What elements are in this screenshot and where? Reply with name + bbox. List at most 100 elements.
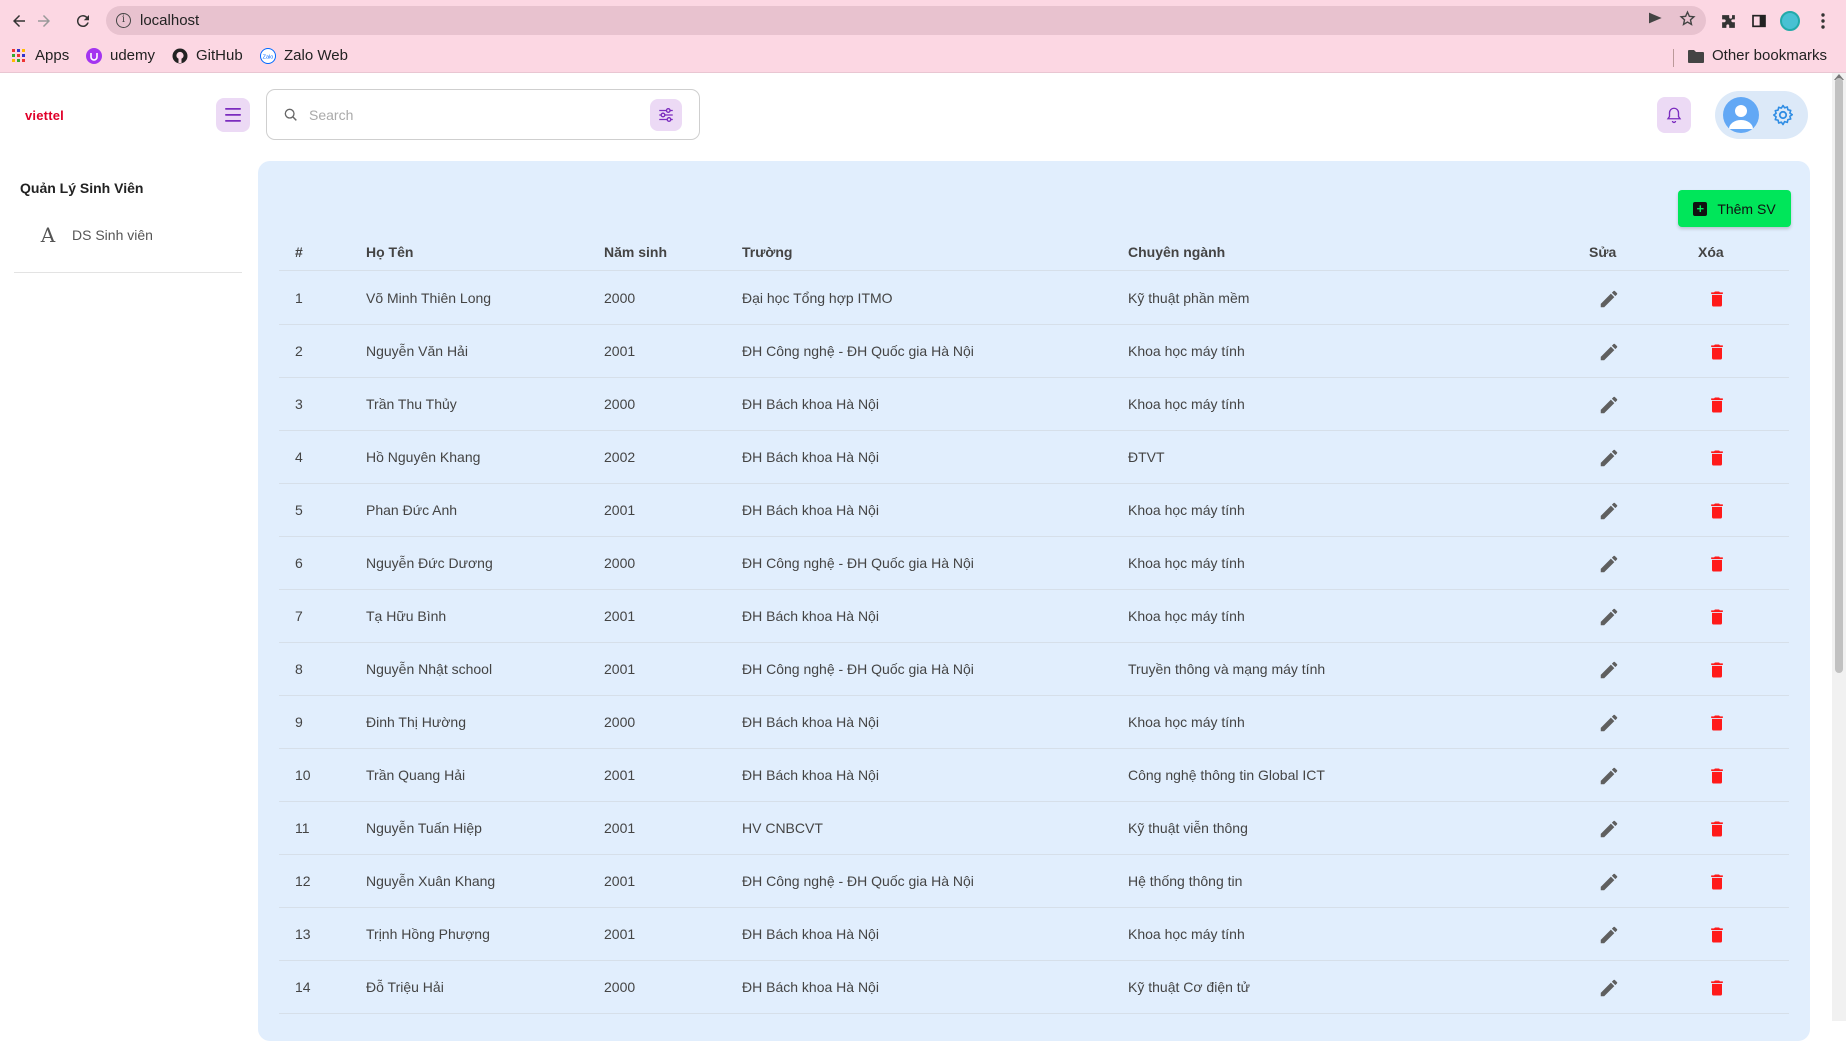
bookmark-label: udemy <box>110 47 156 64</box>
send-icon[interactable] <box>1647 10 1663 31</box>
edit-pencil-icon[interactable] <box>1597 552 1621 576</box>
user-avatar-icon[interactable] <box>1723 97 1759 133</box>
birth-year: 2000 <box>604 714 636 730</box>
edit-pencil-icon[interactable] <box>1597 976 1621 1000</box>
profile-menu[interactable] <box>1715 91 1808 139</box>
delete-trash-icon[interactable] <box>1705 446 1729 470</box>
student-name: Nguyễn Nhật school <box>366 661 493 677</box>
delete-trash-icon[interactable] <box>1705 711 1729 735</box>
browser-chrome: i localhost Apps udemy GitHub Zalo Zalo … <box>0 0 1846 73</box>
table-row: 4 Hồ Nguyên Khang 2002 ĐH Bách khoa Hà Nội Đ… <box>279 431 1789 484</box>
omnibox[interactable]: i localhost <box>106 6 1706 35</box>
folder-icon <box>1688 48 1704 64</box>
sidebar-item-students[interactable]: A DS Sinh viên <box>38 223 153 247</box>
school: ĐH Bách khoa Hà Nội <box>742 714 879 730</box>
edit-pencil-icon[interactable] <box>1597 764 1621 788</box>
student-name: Tạ Hữu Bình <box>366 608 447 624</box>
search-input[interactable] <box>309 102 629 128</box>
delete-trash-icon[interactable] <box>1705 976 1729 1000</box>
scrollbar-thumb[interactable] <box>1835 78 1843 673</box>
settings-gear-icon[interactable] <box>1771 103 1795 132</box>
github-icon <box>172 48 188 64</box>
table-row: 12 Nguyễn Xuân Khang 2001 ĐH Công nghệ - ĐH… <box>279 855 1789 908</box>
delete-trash-icon[interactable] <box>1705 605 1729 629</box>
student-name: Nguyễn Tuấn Hiệp <box>366 820 482 836</box>
edit-pencil-icon[interactable] <box>1597 817 1621 841</box>
delete-trash-icon[interactable] <box>1705 340 1729 364</box>
student-name: Hồ Nguyên Khang <box>366 449 481 465</box>
col-name: Họ Tên <box>366 244 414 260</box>
table-header: # Họ Tên Năm sinh Trường Chuyên ngành Sử… <box>279 239 1789 271</box>
chrome-menu-icon[interactable] <box>1810 8 1836 34</box>
major: Khoa học máy tính <box>1128 608 1245 624</box>
delete-trash-icon[interactable] <box>1705 552 1729 576</box>
viettel-logo[interactable]: viettel <box>25 108 64 123</box>
profile-avatar-icon[interactable] <box>1777 8 1803 34</box>
forward-arrow-icon[interactable] <box>31 8 57 34</box>
row-index: 11 <box>295 820 310 836</box>
major: Kỹ thuật Cơ điện tử <box>1128 979 1251 995</box>
row-index: 4 <box>295 449 303 465</box>
delete-trash-icon[interactable] <box>1705 870 1729 894</box>
col-major: Chuyên ngành <box>1128 244 1226 260</box>
school: ĐH Công nghệ - ĐH Quốc gia Hà Nội <box>742 555 974 571</box>
table-row: 2 Nguyễn Văn Hải 2001 ĐH Công nghệ - ĐH Quố… <box>279 325 1789 378</box>
add-student-button[interactable]: + Thêm SV <box>1678 190 1791 227</box>
bookmark-apps[interactable]: Apps <box>11 47 69 64</box>
other-bookmarks[interactable]: Other bookmarks <box>1688 47 1827 64</box>
delete-trash-icon[interactable] <box>1705 923 1729 947</box>
row-index: 5 <box>295 502 303 518</box>
sidebar-item-label: DS Sinh viên <box>72 227 153 243</box>
birth-year: 2001 <box>604 661 636 677</box>
school: ĐH Công nghệ - ĐH Quốc gia Hà Nội <box>742 873 974 889</box>
table-row: 7 Tạ Hữu Bình 2001 ĐH Bách khoa Hà Nội Khoa … <box>279 590 1789 643</box>
delete-trash-icon[interactable] <box>1705 287 1729 311</box>
birth-year: 2002 <box>604 449 636 465</box>
row-index: 14 <box>295 979 311 995</box>
filter-button[interactable] <box>650 99 682 131</box>
row-index: 7 <box>295 608 303 624</box>
bookmark-zalo[interactable]: Zalo Zalo Web <box>260 47 348 64</box>
bookmark-label: GitHub <box>196 47 243 64</box>
apps-grid-icon <box>11 48 27 64</box>
birth-year: 2001 <box>604 608 636 624</box>
school: HV CNBCVT <box>742 820 823 836</box>
major: Kỹ thuật phần mềm <box>1128 290 1250 306</box>
school: ĐH Công nghệ - ĐH Quốc gia Hà Nội <box>742 661 974 677</box>
reload-icon[interactable] <box>70 8 96 34</box>
site-info-icon[interactable]: i <box>116 13 131 28</box>
edit-pencil-icon[interactable] <box>1597 870 1621 894</box>
edit-pencil-icon[interactable] <box>1597 393 1621 417</box>
row-index: 2 <box>295 343 303 359</box>
bookmark-udemy[interactable]: udemy <box>86 47 155 64</box>
major: ĐTVT <box>1128 449 1165 465</box>
edit-pencil-icon[interactable] <box>1597 605 1621 629</box>
delete-trash-icon[interactable] <box>1705 764 1729 788</box>
edit-pencil-icon[interactable] <box>1597 658 1621 682</box>
table-row: 14 Đỗ Triệu Hải 2000 ĐH Bách khoa Hà Nội Kỹ … <box>279 961 1789 1014</box>
search-icon <box>284 108 297 121</box>
delete-trash-icon[interactable] <box>1705 499 1729 523</box>
major: Công nghệ thông tin Global ICT <box>1128 767 1325 783</box>
edit-pencil-icon[interactable] <box>1597 499 1621 523</box>
bookmark-label: Apps <box>35 47 70 64</box>
bookmark-github[interactable]: GitHub <box>172 47 243 64</box>
back-arrow-icon[interactable] <box>6 8 32 34</box>
notifications-button[interactable] <box>1657 97 1691 133</box>
edit-pencil-icon[interactable] <box>1597 923 1621 947</box>
side-panel-icon[interactable] <box>1746 8 1772 34</box>
edit-pencil-icon[interactable] <box>1597 287 1621 311</box>
edit-pencil-icon[interactable] <box>1597 711 1621 735</box>
edit-pencil-icon[interactable] <box>1597 446 1621 470</box>
edit-pencil-icon[interactable] <box>1597 340 1621 364</box>
delete-trash-icon[interactable] <box>1705 393 1729 417</box>
row-index: 9 <box>295 714 303 730</box>
delete-trash-icon[interactable] <box>1705 658 1729 682</box>
menu-toggle-button[interactable] <box>216 98 250 132</box>
school: ĐH Công nghệ - ĐH Quốc gia Hà Nội <box>742 343 974 359</box>
bookmark-star-icon[interactable] <box>1679 10 1696 32</box>
school: ĐH Bách khoa Hà Nội <box>742 396 879 412</box>
delete-trash-icon[interactable] <box>1705 817 1729 841</box>
row-index: 6 <box>295 555 303 571</box>
extensions-puzzle-icon[interactable] <box>1715 8 1741 34</box>
